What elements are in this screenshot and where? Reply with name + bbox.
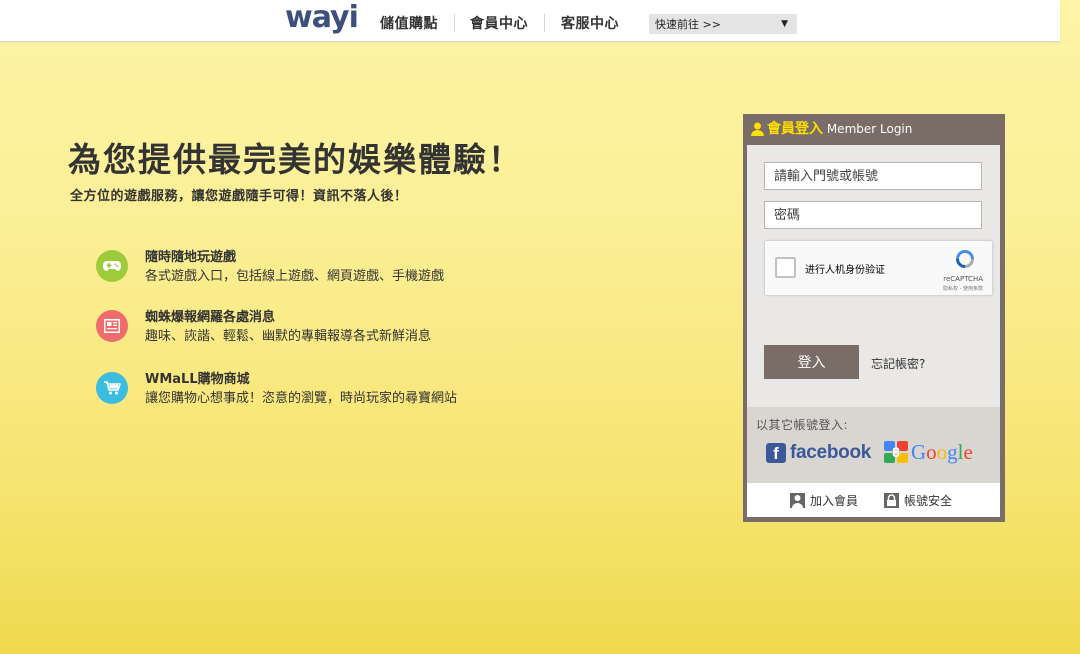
member-login-panel: 會員登入 Member Login 进行人机身份验证 reCAPTCHA 隐私权… — [743, 114, 1005, 522]
password-input[interactable] — [764, 201, 982, 229]
recaptcha-label: 进行人机身份验证 — [805, 265, 885, 276]
nav-divider — [454, 14, 455, 32]
account-input[interactable] — [764, 162, 982, 190]
facebook-icon: f — [766, 443, 786, 463]
google-label: Google — [911, 439, 973, 464]
recaptcha-terms[interactable]: 隐私权 - 使用条款 — [943, 285, 983, 292]
recaptcha-brand: reCAPTCHA — [943, 275, 983, 283]
member-icon — [790, 493, 805, 508]
hero-subtitle: 全方位的遊戲服務，讓您遊戲隨手可得！資訊不落人後！ — [70, 189, 408, 204]
recaptcha-widget: 进行人机身份验证 reCAPTCHA 隐私权 - 使用条款 — [764, 240, 993, 296]
feature-description: 讓您購物心想事成！恣意的瀏覽，時尚玩家的尋寶網站 — [145, 391, 458, 406]
cart-icon — [96, 372, 128, 404]
login-header: 會員登入 Member Login — [743, 114, 1005, 144]
quick-nav-value: 快速前往 >> — [655, 18, 721, 31]
feature-title: 蜘蛛爆報網羅各處消息 — [145, 310, 276, 325]
feature-title: 隨時隨地玩遊戲 — [145, 250, 237, 265]
feature-games: 隨時隨地玩遊戲 各式遊戲入口，包括線上遊戲、網頁遊戲、手機遊戲 — [96, 246, 536, 286]
feature-news: 蜘蛛爆報網羅各處消息 趣味、詼諧、輕鬆、幽默的專輯報導各式新鮮消息 — [96, 306, 536, 346]
nav-customer-service[interactable]: 客服中心 — [561, 15, 619, 33]
login-button[interactable]: 登入 — [764, 345, 859, 379]
account-security-label: 帳號安全 — [904, 494, 953, 508]
social-login-section: 以其它帳號登入: f facebook 8 Google — [747, 407, 1000, 483]
facebook-label: facebook — [790, 442, 872, 463]
google-login-button[interactable]: 8 Google — [884, 439, 973, 465]
top-navigation-bar: wayi 儲值購點 會員中心 客服中心 快速前往 >> ▼ — [0, 0, 1060, 42]
login-title-en: Member Login — [826, 122, 913, 136]
quick-nav-select[interactable]: 快速前往 >> ▼ — [649, 14, 797, 34]
feature-title: WMaLL購物商城 — [145, 372, 250, 387]
nav-divider — [544, 14, 545, 32]
wayi-logo[interactable]: wayi — [285, 3, 359, 33]
login-form: 进行人机身份验证 reCAPTCHA 隐私权 - 使用条款 登入 忘記帳密? — [747, 145, 1000, 407]
dropdown-arrow-icon: ▼ — [781, 19, 788, 29]
gamepad-icon — [96, 250, 128, 282]
feature-wmall: WMaLL購物商城 讓您購物心想事成！恣意的瀏覽，時尚玩家的尋寶網站 — [96, 368, 536, 408]
nav-topup[interactable]: 儲值購點 — [380, 15, 438, 33]
hero-title: 為您提供最完美的娛樂體驗！ — [68, 140, 523, 179]
forgot-password-link[interactable]: 忘記帳密? — [871, 355, 925, 372]
recaptcha-checkbox[interactable] — [775, 257, 796, 278]
user-icon — [751, 122, 764, 136]
account-security-link[interactable]: 帳號安全 — [884, 492, 952, 509]
nav-member-center[interactable]: 會員中心 — [470, 15, 528, 33]
login-title-zh: 會員登入 — [767, 121, 823, 137]
feature-description: 各式遊戲入口，包括線上遊戲、網頁遊戲、手機遊戲 — [145, 269, 445, 284]
svg-text:8: 8 — [892, 444, 900, 460]
login-footer-links: 加入會員 帳號安全 — [747, 483, 1000, 517]
feature-description: 趣味、詼諧、輕鬆、幽默的專輯報導各式新鮮消息 — [145, 329, 432, 344]
social-login-label: 以其它帳號登入: — [756, 418, 849, 432]
join-member-link[interactable]: 加入會員 — [790, 492, 858, 509]
lock-icon — [884, 493, 899, 508]
facebook-login-button[interactable]: f facebook — [766, 441, 871, 465]
google-plus-icon: 8 — [884, 441, 908, 463]
join-member-label: 加入會員 — [810, 494, 859, 508]
recaptcha-logo-icon — [956, 250, 974, 268]
news-icon — [96, 310, 128, 342]
